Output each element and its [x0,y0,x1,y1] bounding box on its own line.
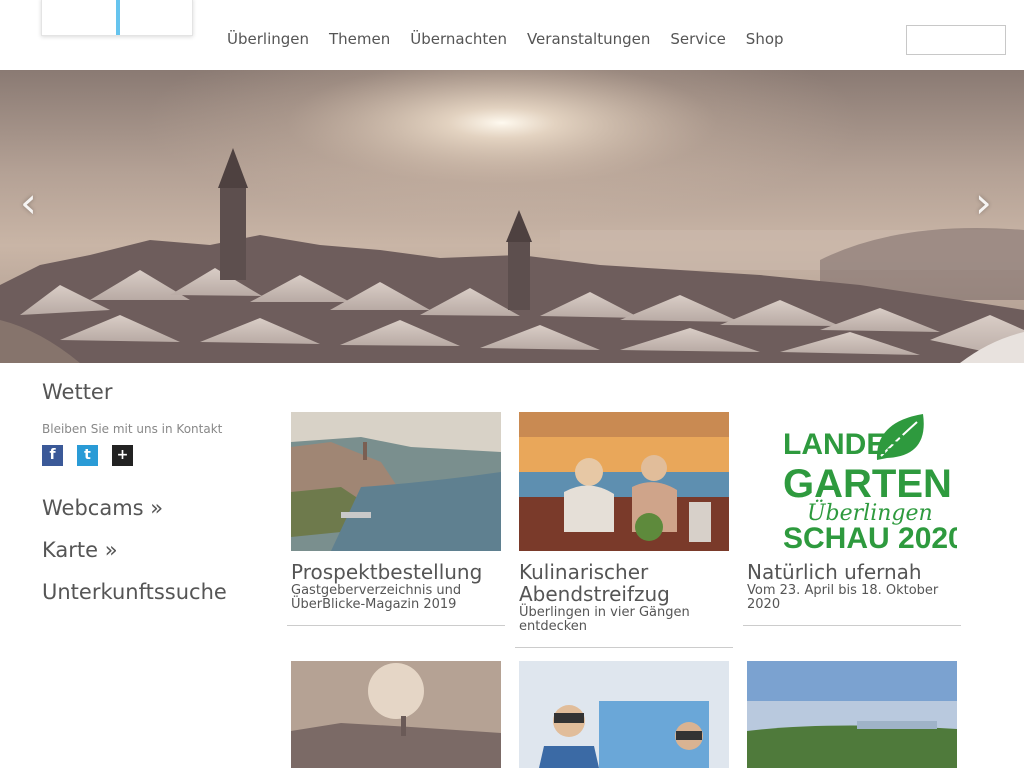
card-subtitle: Vom 23. April bis 18. Oktober 2020 [747,583,939,612]
nav-item-service[interactable]: Service [670,30,725,48]
social-links: f t + [42,445,262,466]
card-title[interactable]: Kulinarischer Abendstreifzug [519,561,733,605]
hero-next-arrow[interactable]: › [975,182,992,224]
logo-stripe [116,0,120,35]
card-subtitle: Gastgeberverzeichnis und ÜberBlicke-Maga… [291,583,462,612]
card-row2-2[interactable] [515,661,733,768]
webcams-link[interactable]: Webcams » [42,496,262,520]
site-logo[interactable] [41,0,193,36]
card-image[interactable] [747,661,957,768]
accommodation-search-link[interactable]: Unterkunftssuche [42,580,262,604]
lgs-line2: GARTEN [783,462,952,506]
card-image[interactable] [291,412,501,551]
googleplus-icon[interactable]: + [112,445,133,466]
hero-prev-arrow[interactable]: ‹ [20,182,37,224]
nav-item-themen[interactable]: Themen [329,30,390,48]
sidebar: Wetter Bleiben Sie mit uns in Kontakt f … [42,380,262,604]
weather-title: Wetter [42,380,113,404]
twitter-icon[interactable]: t [77,445,98,466]
main-nav: Überlingen Themen Übernachten Veranstalt… [227,30,804,48]
card-subtitle: Überlingen in vier Gängen entdecken [519,605,690,634]
search-input[interactable] [906,25,1006,55]
card-title[interactable]: Natürlich ufernah [747,561,961,583]
card-row2-1[interactable] [287,661,505,768]
nav-item-veranstaltungen[interactable]: Veranstaltungen [527,30,650,48]
nav-item-uebernachten[interactable]: Übernachten [410,30,507,48]
card-divider [743,625,961,626]
site-header: Überlingen Themen Übernachten Veranstalt… [0,0,1024,70]
hero-slider: ‹ › [0,70,1024,363]
card-row2-3[interactable] [743,661,961,768]
card-divider [287,625,505,626]
card-image[interactable] [519,412,729,551]
card-image[interactable] [519,661,729,768]
nav-item-shop[interactable]: Shop [746,30,784,48]
hero-image [0,70,1024,363]
card-image[interactable]: LANDES GARTEN Überlingen SCHAU 2020 [747,412,957,551]
card-divider [515,647,733,648]
contact-text: Bleiben Sie mit uns in Kontakt [42,422,223,436]
lgs-line1: LANDES [783,428,906,461]
facebook-icon[interactable]: f [42,445,63,466]
map-link[interactable]: Karte » [42,538,262,562]
card-prospektbestellung[interactable]: Prospektbestellung Gastgeberverzeichnis … [287,412,505,626]
card-landesgartenschau[interactable]: LANDES GARTEN Überlingen SCHAU 2020 Natü… [743,412,961,626]
lgs-logo: LANDES GARTEN Überlingen SCHAU 2020 [783,414,957,551]
lgs-line4: SCHAU 2020 [783,522,957,551]
card-image[interactable] [291,661,501,768]
card-abendstreifzug[interactable]: Kulinarischer Abendstreifzug Überlingen … [515,412,733,648]
nav-item-ueberlingen[interactable]: Überlingen [227,30,309,48]
card-title[interactable]: Prospektbestellung [291,561,505,583]
